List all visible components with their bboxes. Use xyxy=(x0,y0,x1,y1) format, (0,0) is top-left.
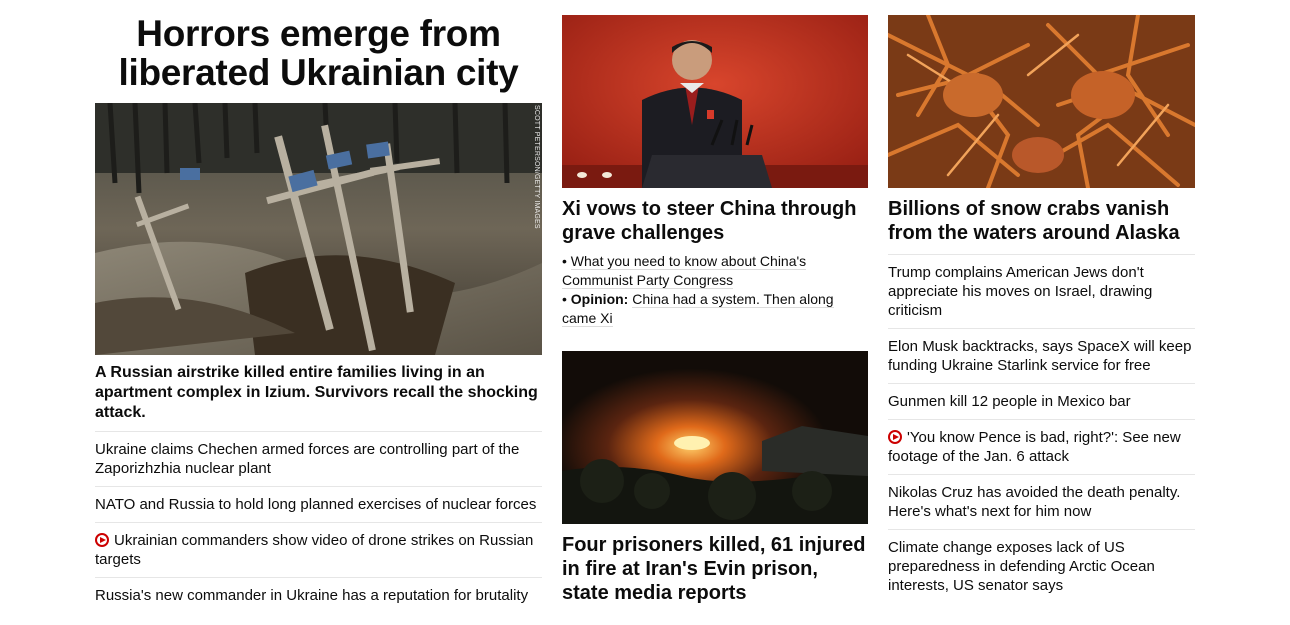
evin-headline-link[interactable]: Four prisoners killed, 61 injured in fir… xyxy=(562,534,865,604)
list-item[interactable]: Ukrainian commanders show video of drone… xyxy=(95,522,542,577)
crabs-image[interactable] xyxy=(888,15,1195,188)
col1-headline-list: Ukraine claims Chechen armed forces are … xyxy=(95,431,542,613)
xi-related-links: • What you need to know about China's Co… xyxy=(562,252,868,328)
lead-image-graves[interactable]: SCOTT PETERSON/GETTY IMAGES xyxy=(95,103,542,355)
lead-headline-link[interactable]: Horrors emerge from liberated Ukrainian … xyxy=(119,13,519,93)
list-item-link[interactable]: Elon Musk backtracks, says SpaceX will k… xyxy=(888,338,1191,374)
evin-fire-image[interactable] xyxy=(562,351,868,524)
list-item-link[interactable]: Climate change exposes lack of US prepar… xyxy=(888,539,1155,594)
list-item-link[interactable]: Ukrainian commanders show video of drone… xyxy=(95,532,533,568)
col3-headline-list: Trump complains American Jews don't appr… xyxy=(888,254,1195,603)
list-item-link[interactable]: Ukraine claims Chechen armed forces are … xyxy=(95,441,519,477)
right-column: Billions of snow crabs vanish from the w… xyxy=(888,0,1195,603)
related-link[interactable]: • What you need to know about China's Co… xyxy=(562,252,868,290)
list-item-link[interactable]: Gunmen kill 12 people in Mexico bar xyxy=(888,393,1131,410)
middle-column: Xi vows to steer China through grave cha… xyxy=(562,0,868,611)
crabs-headline[interactable]: Billions of snow crabs vanish from the w… xyxy=(888,197,1195,245)
list-item[interactable]: Ukraine claims Chechen armed forces are … xyxy=(95,431,542,486)
list-item[interactable]: NATO and Russia to hold long planned exe… xyxy=(95,486,542,522)
play-circle-icon xyxy=(888,430,902,444)
list-item[interactable]: Climate change exposes lack of US prepar… xyxy=(888,529,1195,603)
play-circle-icon xyxy=(95,533,109,547)
xi-image[interactable] xyxy=(562,15,868,188)
list-item[interactable]: Nikolas Cruz has avoided the death penal… xyxy=(888,474,1195,529)
evin-headline[interactable]: Four prisoners killed, 61 injured in fir… xyxy=(562,533,868,605)
lead-headline[interactable]: Horrors emerge from liberated Ukrainian … xyxy=(95,14,542,92)
list-item[interactable]: 'You know Pence is bad, right?': See new… xyxy=(888,419,1195,474)
fire-photo xyxy=(562,351,868,524)
snow-crabs-photo xyxy=(888,15,1195,188)
list-item[interactable]: Trump complains American Jews don't appr… xyxy=(888,254,1195,328)
list-item-link[interactable]: Trump complains American Jews don't appr… xyxy=(888,264,1152,319)
list-item-link[interactable]: Russia's new commander in Ukraine has a … xyxy=(95,587,528,604)
crabs-headline-link[interactable]: Billions of snow crabs vanish from the w… xyxy=(888,198,1180,244)
image-credit: SCOTT PETERSON/GETTY IMAGES xyxy=(533,105,540,229)
list-item-link[interactable]: 'You know Pence is bad, right?': See new… xyxy=(888,429,1181,465)
lead-summary[interactable]: A Russian airstrike killed entire famili… xyxy=(95,363,542,423)
opinion-label: Opinion: xyxy=(570,291,629,307)
xi-headline-link[interactable]: Xi vows to steer China through grave cha… xyxy=(562,198,856,244)
list-item-link[interactable]: Nikolas Cruz has avoided the death penal… xyxy=(888,484,1180,520)
list-item[interactable]: Russia's new commander in Ukraine has a … xyxy=(95,577,542,613)
graves-photo xyxy=(95,103,542,355)
xi-speech-photo xyxy=(562,15,868,188)
lead-story-column: Horrors emerge from liberated Ukrainian … xyxy=(95,0,542,613)
list-item[interactable]: Elon Musk backtracks, says SpaceX will k… xyxy=(888,328,1195,383)
lead-summary-link[interactable]: A Russian airstrike killed entire famili… xyxy=(95,364,538,421)
xi-headline[interactable]: Xi vows to steer China through grave cha… xyxy=(562,197,868,245)
related-link-anchor[interactable]: What you need to know about China's Comm… xyxy=(562,253,807,289)
list-item-link[interactable]: NATO and Russia to hold long planned exe… xyxy=(95,496,536,513)
list-item[interactable]: Gunmen kill 12 people in Mexico bar xyxy=(888,383,1195,419)
related-link[interactable]: • Opinion: China had a system. Then alon… xyxy=(562,290,868,328)
